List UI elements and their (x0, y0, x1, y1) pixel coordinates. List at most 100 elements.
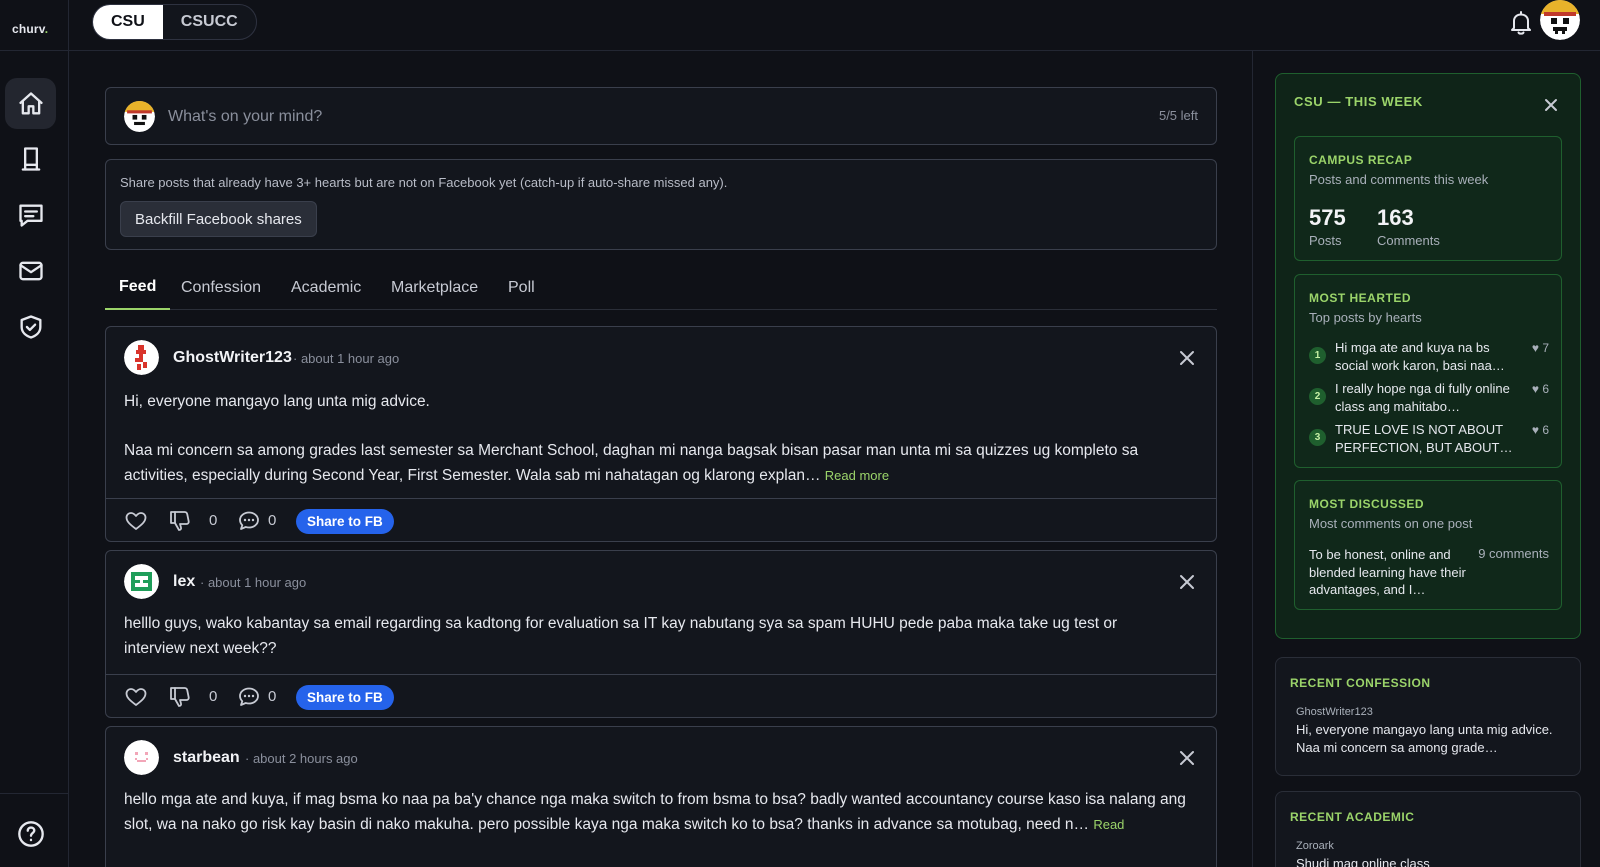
app-logo[interactable]: churv. (12, 22, 48, 36)
heart-count: ♥ 6 (1531, 382, 1549, 396)
post-card: starbean · about 2 hours ago hello mga a… (105, 726, 1217, 867)
heart-count: ♥ 7 (1531, 341, 1549, 355)
author-avatar[interactable] (124, 564, 159, 599)
comments-label: Comments (1377, 233, 1440, 248)
campus-option-csucc[interactable]: CSUCC (163, 5, 256, 39)
close-icon (1180, 351, 1194, 365)
rank-badge: 2 (1309, 388, 1326, 405)
help-button[interactable] (5, 808, 56, 859)
mail-icon (18, 261, 43, 280)
heart-icon (125, 512, 147, 530)
post-paragraph: helllo guys, wako kabantay sa email rega… (124, 615, 1118, 657)
comment-count: 0 (268, 512, 277, 529)
comment-icon (239, 687, 259, 706)
card-title: CAMPUS RECAP (1309, 153, 1413, 167)
dismiss-post-button[interactable] (1178, 349, 1196, 367)
author-avatar[interactable] (124, 740, 159, 775)
top-post-item[interactable]: 2 I really hope nga di fully online clas… (1309, 380, 1549, 416)
comment-count: 0 (268, 688, 277, 705)
heart-button[interactable] (124, 685, 148, 709)
post-paragraph: Hi, everyone mangayo lang unta mig advic… (124, 393, 430, 410)
post-time: · about 2 hours ago (245, 751, 358, 766)
post-paragraph: Naa mi concern sa among grades last seme… (124, 442, 1139, 484)
discussed-post-text: To be honest, online and blended learnin… (1309, 547, 1466, 597)
shield-check-icon (20, 314, 41, 339)
right-panel-divider (1252, 51, 1253, 867)
dismiss-post-button[interactable] (1178, 573, 1196, 591)
feed-tabs: Feed Confession Academic Marketplace Pol… (105, 265, 1217, 310)
share-to-fb-button[interactable]: Share to FB (296, 685, 394, 710)
reaction-count: 0 (209, 512, 218, 529)
read-more-link[interactable]: Read more (825, 468, 889, 483)
thumbs-down-icon (170, 511, 190, 531)
backfill-button[interactable]: Backfill Facebook shares (120, 201, 317, 237)
tab-poll[interactable]: Poll (494, 265, 549, 310)
posts-label: Posts (1309, 233, 1342, 248)
user-avatar[interactable] (1540, 0, 1580, 40)
author-name[interactable]: lex (173, 573, 195, 591)
author-avatar[interactable] (124, 340, 159, 375)
post-card: lex · about 1 hour ago helllo guys, wako… (105, 550, 1217, 718)
top-post-text: I really hope nga di fully online class … (1335, 381, 1510, 414)
comments-count: 163 (1377, 205, 1414, 230)
sidebar-item-moderation[interactable] (5, 301, 56, 352)
tab-feed[interactable]: Feed (105, 265, 171, 310)
share-to-fb-button[interactable]: Share to FB (296, 509, 394, 534)
chat-icon (18, 204, 43, 227)
card-subtitle: Top posts by hearts (1309, 310, 1422, 325)
campus-option-csu[interactable]: CSU (93, 5, 163, 39)
recent-text: Shudi mag online class (1296, 856, 1430, 867)
tab-academic[interactable]: Academic (277, 265, 375, 310)
avatar-pixel-icon (124, 740, 159, 775)
post-body: Hi, everyone mangayo lang unta mig advic… (124, 389, 1176, 488)
campus-switcher: CSU CSUCC (92, 4, 257, 40)
post-actions: 0 0 Share to FB (106, 674, 1216, 717)
close-summary-button[interactable] (1544, 98, 1558, 112)
post-time: · about 1 hour ago (293, 351, 400, 366)
sidebar-item-mail[interactable] (5, 245, 56, 296)
author-name[interactable]: starbean (173, 749, 240, 767)
sidebar-item-academic[interactable] (5, 133, 56, 184)
dislike-button[interactable] (168, 509, 192, 533)
top-post-item[interactable]: 3 TRUE LOVE IS NOT ABOUT PERFECTION, BUT… (1309, 421, 1549, 457)
sidebar-item-messages[interactable] (5, 189, 56, 240)
post-body: helllo guys, wako kabantay sa email rega… (124, 611, 1176, 661)
rank-badge: 3 (1309, 429, 1326, 446)
composer-input[interactable] (168, 100, 1068, 134)
close-icon (1545, 99, 1557, 111)
heart-icon: ♥ (1531, 423, 1539, 437)
top-bar: CSU CSUCC (69, 0, 1600, 51)
tab-marketplace[interactable]: Marketplace (377, 265, 492, 310)
avatar-pixel-icon (124, 340, 159, 375)
dismiss-post-button[interactable] (1178, 749, 1196, 767)
post-composer[interactable]: 5/5 left (105, 87, 1217, 145)
avatar-face-icon (1540, 0, 1580, 40)
avatar-face-icon (124, 101, 155, 132)
thumbs-down-icon (170, 687, 190, 707)
recent-confession-card[interactable]: RECENT CONFESSION GhostWriter123 Hi, eve… (1275, 657, 1581, 776)
read-more-link[interactable]: Read (1093, 817, 1124, 832)
backfill-description: Share posts that already have 3+ hearts … (120, 175, 728, 190)
posts-count: 575 (1309, 205, 1346, 230)
card-title: MOST HEARTED (1309, 291, 1411, 305)
close-icon (1180, 751, 1194, 765)
recent-author: Zoroark (1296, 840, 1334, 852)
heart-icon: ♥ (1531, 341, 1539, 355)
author-name[interactable]: GhostWriter123 (173, 349, 292, 367)
sidebar: churv. (0, 0, 69, 867)
recent-academic-card[interactable]: RECENT ACADEMIC Zoroark Shudi mag online… (1275, 791, 1581, 867)
heart-button[interactable] (124, 509, 148, 533)
notifications-button[interactable] (1509, 10, 1533, 36)
dislike-button[interactable] (168, 685, 192, 709)
sidebar-item-home[interactable] (5, 78, 56, 129)
card-subtitle: Posts and comments this week (1309, 172, 1489, 187)
most-discussed-card[interactable]: MOST DISCUSSED Most comments on one post… (1294, 480, 1562, 610)
top-post-text: Hi mga ate and kuya na bs social work ka… (1335, 340, 1505, 373)
tab-confession[interactable]: Confession (167, 265, 275, 310)
recent-author: GhostWriter123 (1296, 706, 1373, 718)
top-post-item[interactable]: 1 Hi mga ate and kuya na bs social work … (1309, 339, 1549, 375)
comments-button[interactable] (237, 509, 261, 533)
comments-button[interactable] (237, 685, 261, 709)
heart-icon: ♥ (1531, 382, 1539, 396)
rank-badge: 1 (1309, 347, 1326, 364)
